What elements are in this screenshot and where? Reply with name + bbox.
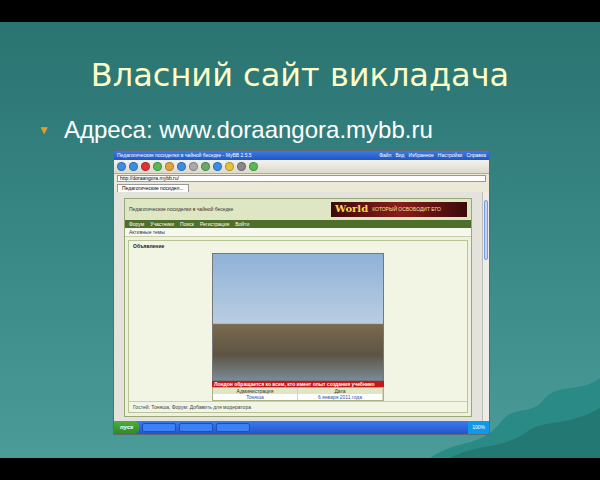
toolbar-button-icon[interactable] <box>237 162 246 171</box>
menu-item[interactable]: Справка <box>466 152 486 158</box>
window-title: Педагогические посиделки в чайной беседк… <box>117 152 252 158</box>
photo-block: Лондон обращается ко всем, кто имеет опы… <box>129 253 467 401</box>
scroll-thumb[interactable] <box>484 200 488 260</box>
info-table: АдминистрацияДатаТоняша6 января 2011 год… <box>212 387 384 401</box>
toolbar-button-icon[interactable] <box>117 162 126 171</box>
toolbar-button-icon[interactable] <box>153 162 162 171</box>
photo <box>212 253 384 381</box>
page-content: Педагогические посиделки в чайной беседк… <box>114 192 482 421</box>
browser-tab[interactable]: Педагогические посидел... <box>117 184 189 192</box>
slide: Власний сайт викладача ▼ Адреса: www.doraa… <box>0 22 600 458</box>
presentation-frame: Власний сайт викладача ▼ Адреса: www.doraa… <box>0 0 600 480</box>
bullet-text: Адреса: www.doraangora.mybb.ru <box>64 116 433 144</box>
menu-item[interactable]: Вид <box>395 152 404 158</box>
toolbar-button-icon[interactable] <box>189 162 198 171</box>
forum: Педагогические посиделки в чайной беседк… <box>124 198 472 417</box>
start-button[interactable]: пуск <box>114 421 139 434</box>
system-tray: 100% <box>468 421 489 434</box>
banner-text: КОТОРЫЙ ОСВОБОДИТ ЕГО <box>372 206 441 212</box>
toolbar-button-icon[interactable] <box>249 162 258 171</box>
address-field[interactable]: http://doraangora.mybb.ru/ <box>117 175 486 182</box>
toolbar-button-icon[interactable] <box>213 162 222 171</box>
toolbar-button-icon[interactable] <box>225 162 234 171</box>
active-topics-link[interactable]: Активные темы <box>125 228 471 237</box>
nav-link[interactable]: Поиск <box>180 221 194 227</box>
browser-toolbar <box>114 160 489 174</box>
forum-footer: Гостей: Тоняша, Форум: Добавить для моде… <box>129 401 467 412</box>
tab-row: Педагогические посидел... <box>114 183 489 192</box>
banner-logo: World <box>335 203 368 215</box>
nav-link[interactable]: Участники <box>150 221 174 227</box>
page-area: Педагогические посиделки в чайной беседк… <box>114 192 489 421</box>
taskbar: пуск 100% <box>114 421 489 434</box>
task-button[interactable] <box>142 423 176 432</box>
menu-item[interactable]: Настройки <box>438 152 463 158</box>
bullet-row: ▼ Адреса: www.doraangora.mybb.ru <box>38 116 600 144</box>
browser-screenshot: Педагогические посиделки в чайной беседк… <box>113 150 490 435</box>
browser-title-bar: Педагогические посиделки в чайной беседк… <box>114 151 489 160</box>
section-label: Объявление <box>129 241 467 251</box>
forum-header: Педагогические посиделки в чайной беседк… <box>125 199 471 220</box>
top-letterbox <box>0 0 600 22</box>
forum-title: Педагогические посиделки в чайной беседк… <box>129 206 233 212</box>
address-row: http://doraangora.mybb.ru/ <box>114 174 489 183</box>
task-button[interactable] <box>216 423 250 432</box>
toolbar-button-icon[interactable] <box>201 162 210 171</box>
menu-item[interactable]: Избранное <box>409 152 434 158</box>
bottom-letterbox <box>0 458 600 480</box>
forum-nav: Форум Участники Поиск Регистрация Войти <box>125 220 471 228</box>
nav-link[interactable]: Регистрация <box>200 221 229 227</box>
nav-link[interactable]: Форум <box>129 221 144 227</box>
toolbar-button-icon[interactable] <box>129 162 138 171</box>
menu-item[interactable]: Файл <box>379 152 391 158</box>
announcement-panel: Объявление Лондон обращается ко всем, кто… <box>128 240 468 413</box>
scrollbar[interactable] <box>482 192 489 421</box>
task-button[interactable] <box>179 423 213 432</box>
bullet-marker: ▼ <box>38 123 50 137</box>
menu-bar: Файл Вид Избранное НастройкиСправка <box>379 152 486 158</box>
toolbar-button-icon[interactable] <box>177 162 186 171</box>
slide-title: Власний сайт викладача <box>0 56 600 94</box>
table-cell: 6 января 2011 года <box>298 394 383 400</box>
table-cell: Тоняша <box>213 394 298 400</box>
toolbar-button-icon[interactable] <box>141 162 150 171</box>
nav-link[interactable]: Войти <box>235 221 249 227</box>
ad-banner[interactable]: World КОТОРЫЙ ОСВОБОДИТ ЕГО <box>331 202 467 217</box>
toolbar-button-icon[interactable] <box>165 162 174 171</box>
